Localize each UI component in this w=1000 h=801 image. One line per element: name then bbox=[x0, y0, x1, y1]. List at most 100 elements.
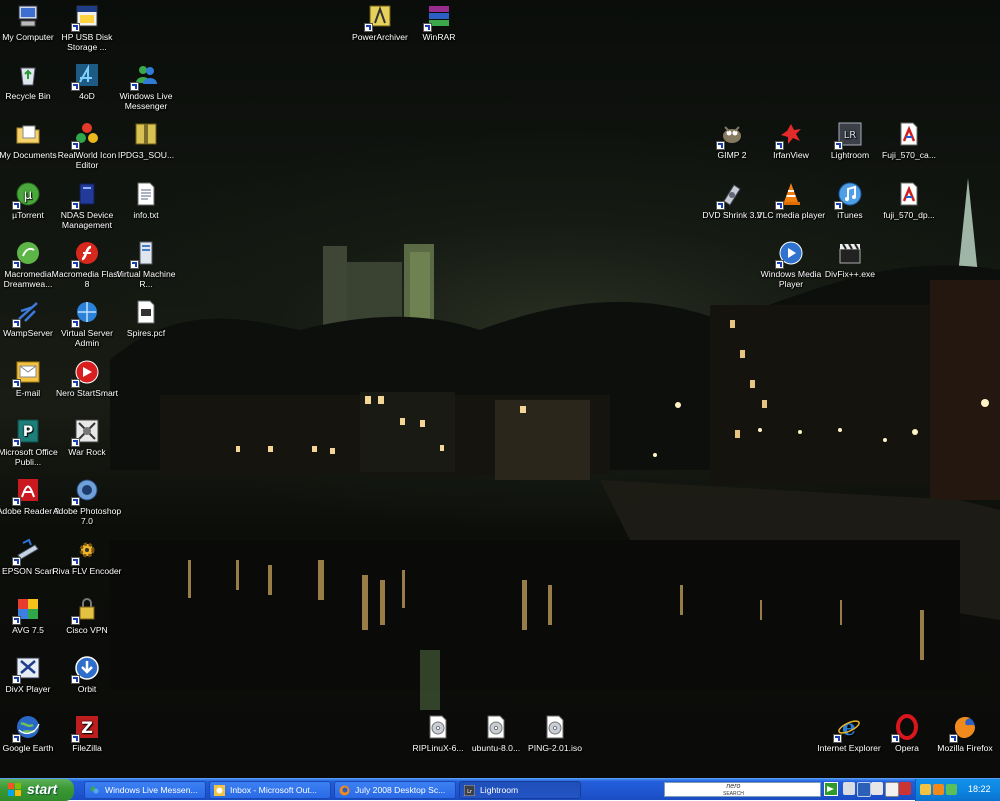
desktop-icon-label: Mozilla Firefox bbox=[937, 743, 993, 753]
taskbar-button-outlook[interactable]: Inbox - Microsoft Out... bbox=[209, 781, 331, 799]
disc-image-icon bbox=[483, 714, 509, 740]
pen-icon[interactable] bbox=[857, 782, 871, 797]
icon-editor-icon bbox=[71, 121, 100, 150]
virtual-machine-icon bbox=[130, 240, 159, 269]
desktop-icon-label: Nero StartSmart bbox=[55, 388, 119, 398]
clock[interactable]: 18:22 bbox=[968, 784, 991, 795]
taskbar-button-messenger[interactable]: Windows Live Messen... bbox=[84, 781, 206, 799]
adobe-reader-icon bbox=[12, 477, 41, 506]
network-tray-icon[interactable] bbox=[946, 784, 957, 795]
media-player-icon bbox=[775, 240, 804, 269]
desktop-icon-label: Adobe Photoshop 7.0 bbox=[52, 506, 122, 526]
night-river-scene bbox=[110, 178, 1000, 710]
help-icon[interactable] bbox=[885, 782, 899, 797]
svg-text:µ: µ bbox=[24, 188, 32, 203]
search-go-button[interactable] bbox=[824, 782, 838, 796]
desktop-icon-info-txt[interactable]: info.txt bbox=[109, 181, 183, 220]
computer-icon bbox=[15, 3, 41, 29]
desktop-icon-fuji-570-ca[interactable]: Fuji_570_ca... bbox=[872, 121, 946, 160]
desktop-icon-label: Fuji_570_ca... bbox=[882, 150, 936, 160]
desktop-icon-winrar[interactable]: WinRAR bbox=[402, 3, 476, 42]
scanner-icon bbox=[12, 537, 41, 566]
lightroom-icon: LR bbox=[834, 121, 863, 150]
outlook-tray-icon[interactable] bbox=[920, 784, 931, 795]
photoshop-icon bbox=[71, 477, 100, 506]
taskbar-button-label: Lightroom bbox=[480, 785, 519, 795]
nero-icon bbox=[71, 359, 100, 388]
settings-icon[interactable] bbox=[871, 782, 883, 795]
desktop-icon-spires-pcf[interactable]: Spires.pcf bbox=[109, 299, 183, 338]
desktop-icon-war-rock[interactable]: War Rock bbox=[50, 418, 124, 457]
dvd-shrink-icon bbox=[716, 181, 745, 210]
pdf-icon bbox=[896, 121, 922, 147]
desktop-icon-divfix[interactable]: DivFix++.exe bbox=[813, 240, 887, 279]
desktop-icon-nero[interactable]: Nero StartSmart bbox=[50, 359, 124, 398]
system-tray: 18:22 bbox=[915, 779, 1000, 801]
messenger-icon bbox=[130, 62, 159, 91]
desktop-icon-label: DivFix++.exe bbox=[824, 269, 876, 279]
taskbar: start Windows Live Messen... Inbox - Mic… bbox=[0, 778, 1000, 801]
quick-launch-tools bbox=[843, 782, 915, 798]
desktop-icon-hp-usb[interactable]: HP USB Disk Storage ... bbox=[50, 3, 124, 52]
globe-icon bbox=[12, 714, 41, 743]
flash-icon bbox=[71, 240, 100, 269]
desktop-icon-label: War Rock bbox=[68, 447, 106, 457]
usb-disk-icon bbox=[71, 3, 100, 32]
windows-logo-icon bbox=[8, 783, 21, 796]
winrar-icon bbox=[423, 3, 452, 32]
divx-icon bbox=[12, 655, 41, 684]
desktop-icon-filezilla[interactable]: Z FileZilla bbox=[50, 714, 124, 753]
desktop-icon-cisco-vpn[interactable]: Cisco VPN bbox=[50, 596, 124, 635]
disc-image-icon bbox=[425, 714, 451, 740]
dreamweaver-icon bbox=[12, 240, 41, 269]
disc-image-icon bbox=[542, 714, 568, 740]
desktop-icon-orbit[interactable]: Orbit bbox=[50, 655, 124, 694]
desktop-icon-label: Windows Live Messenger bbox=[119, 91, 173, 111]
desktop-icon-ping-iso[interactable]: PING-2.01.iso bbox=[518, 714, 592, 753]
taskbar-button-firefox[interactable]: July 2008 Desktop Sc... bbox=[334, 781, 456, 799]
lightroom-icon: Lr bbox=[464, 785, 475, 796]
desktop-icon-label: PING-2.01.iso bbox=[528, 743, 582, 753]
nero-search-logo: nero SEARCH bbox=[723, 783, 744, 798]
desktop-icon-label: Virtual Machine R... bbox=[116, 269, 176, 289]
start-button[interactable]: start bbox=[0, 779, 74, 801]
svg-text:e: e bbox=[842, 715, 856, 740]
outlook-icon bbox=[214, 785, 225, 796]
svg-text:Z: Z bbox=[81, 718, 93, 737]
device-icon[interactable] bbox=[843, 782, 855, 795]
text-file-icon bbox=[133, 181, 159, 207]
nero-search-sub: SEARCH bbox=[723, 791, 744, 797]
firefox-tray-icon[interactable] bbox=[933, 784, 944, 795]
desktop-icon-firefox[interactable]: Mozilla Firefox bbox=[928, 714, 1000, 753]
nero-brand: nero bbox=[726, 783, 741, 790]
start-label: start bbox=[27, 781, 58, 797]
taskbar-button-label: Inbox - Microsoft Out... bbox=[230, 785, 317, 795]
desktop-icon-windows-live-messenger[interactable]: Windows Live Messenger bbox=[109, 62, 183, 111]
desktop-icon-fuji-570-dp[interactable]: fuji_570_dp... bbox=[872, 181, 946, 220]
firefox-icon bbox=[949, 714, 978, 743]
orbit-download-icon bbox=[71, 655, 100, 684]
nero-search-input[interactable]: nero SEARCH bbox=[664, 782, 821, 797]
taskbar-button-label: July 2008 Desktop Sc... bbox=[355, 785, 446, 795]
taskbar-button-lightroom[interactable]: Lr Lightroom bbox=[459, 781, 581, 799]
itunes-icon bbox=[834, 181, 863, 210]
desktop-icon-label: Riva FLV Encoder bbox=[52, 566, 122, 576]
gimp-icon bbox=[716, 121, 745, 150]
desktop-icon-label: fuji_570_dp... bbox=[883, 210, 935, 220]
filezilla-icon: Z bbox=[71, 714, 100, 743]
show-desktop-icon[interactable] bbox=[899, 782, 911, 795]
pcf-file-icon bbox=[133, 299, 159, 325]
desktop-icon-virtual-machine[interactable]: Virtual Machine R... bbox=[109, 240, 183, 289]
svg-text:P: P bbox=[23, 424, 33, 440]
desktop-icon-ipdg3[interactable]: IPDG3_SOU... bbox=[109, 121, 183, 160]
irfanview-icon bbox=[775, 121, 804, 150]
desktop-icon-label: Cisco VPN bbox=[66, 625, 108, 635]
desktop-icon-label: WinRAR bbox=[422, 32, 456, 42]
archive-icon bbox=[133, 121, 159, 147]
desktop-icon-photoshop[interactable]: Adobe Photoshop 7.0 bbox=[50, 477, 124, 526]
desktop-icon-label: IPDG3_SOU... bbox=[117, 150, 175, 160]
desktop-icon-label: info.txt bbox=[133, 210, 159, 220]
ndas-icon bbox=[71, 181, 100, 210]
clapperboard-icon bbox=[837, 240, 863, 266]
desktop-icon-riva[interactable]: Riva FLV Encoder bbox=[50, 537, 124, 576]
